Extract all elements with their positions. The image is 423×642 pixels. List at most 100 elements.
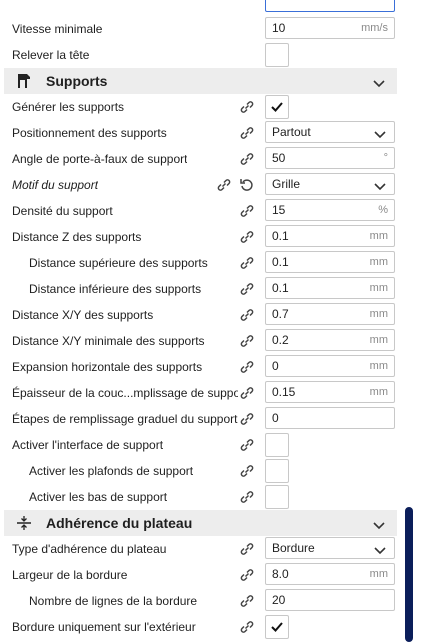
field-unit: mm: [369, 282, 388, 294]
link-icon[interactable]: [216, 177, 232, 193]
setting-row-support-bottom-distance: Distance inférieure des supports 0.1 mm: [0, 276, 400, 302]
link-icon[interactable]: [239, 567, 255, 583]
field-value: 10: [272, 21, 286, 35]
setting-label: Activer l'interface de support: [12, 438, 164, 452]
support-z-distance-input[interactable]: 0.1 mm: [265, 225, 395, 247]
setting-row-brim-width: Largeur de la bordure 8.0 mm: [0, 562, 400, 588]
field-unit: mm: [369, 386, 388, 398]
gradual-support-infill-steps-input[interactable]: 0: [265, 407, 395, 429]
field-value: 0.1: [272, 281, 289, 295]
field-value: 0.7: [272, 307, 289, 321]
setting-label: Bordure uniquement sur l'extérieur: [12, 620, 196, 634]
setting-label: Étapes de remplissage graduel du support: [12, 412, 238, 426]
support-bottom-distance-input[interactable]: 0.1 mm: [265, 277, 395, 299]
link-icon[interactable]: [239, 463, 255, 479]
setting-row-support-pattern: Motif du support Grille: [0, 172, 400, 198]
adhesion-icon: [16, 515, 32, 534]
link-icon[interactable]: [239, 489, 255, 505]
setting-label: Épaisseur de la couc...mplissage de supp…: [12, 386, 238, 400]
overhang-angle-input[interactable]: 50 °: [265, 147, 395, 169]
link-icon[interactable]: [239, 437, 255, 453]
setting-label: Motif du support: [12, 178, 99, 192]
field-unit: %: [378, 204, 388, 216]
setting-row-enable-support-roof: Activer les plafonds de support: [0, 458, 400, 484]
select-value: Partout: [272, 125, 311, 139]
brim-width-input[interactable]: 8.0 mm: [265, 563, 395, 585]
field-unit: mm: [369, 230, 388, 242]
setting-label: Vitesse minimale: [12, 22, 103, 36]
link-icon[interactable]: [239, 385, 255, 401]
link-icon[interactable]: [239, 333, 255, 349]
setting-row-adhesion-type: Type d'adhérence du plateau Bordure: [0, 536, 400, 562]
setting-row-brim-line-count: Nombre de lignes de la bordure 20: [0, 588, 400, 614]
brim-outside-only-checkbox[interactable]: [265, 615, 289, 639]
setting-label: Distance X/Y des supports: [12, 308, 154, 322]
support-min-xy-distance-input[interactable]: 0.2 mm: [265, 329, 395, 351]
setting-row-support-xy-distance: Distance X/Y des supports 0.7 mm: [0, 302, 400, 328]
support-placement-select[interactable]: Partout: [265, 121, 395, 143]
support-density-input[interactable]: 15 %: [265, 199, 395, 221]
setting-row-minimum-speed: Vitesse minimale 10 mm/s: [0, 16, 400, 42]
scrollbar-thumb[interactable]: [405, 507, 413, 642]
previous-setting-input[interactable]: [265, 0, 395, 12]
enable-support-interface-checkbox[interactable]: [265, 433, 289, 457]
field-unit: mm: [369, 360, 388, 372]
link-icon[interactable]: [239, 619, 255, 635]
generate-supports-checkbox[interactable]: [265, 95, 289, 119]
link-icon[interactable]: [239, 411, 255, 427]
field-value: 0: [272, 359, 279, 373]
support-horizontal-expansion-input[interactable]: 0 mm: [265, 355, 395, 377]
setting-label: Densité du support: [12, 204, 113, 218]
link-icon[interactable]: [239, 307, 255, 323]
link-icon[interactable]: [239, 203, 255, 219]
setting-row-support-min-xy-distance: Distance X/Y minimale des supports 0.2 m…: [0, 328, 400, 354]
support-pattern-select[interactable]: Grille: [265, 173, 395, 195]
link-icon[interactable]: [239, 125, 255, 141]
link-icon[interactable]: [239, 541, 255, 557]
setting-label: Générer les supports: [12, 100, 125, 114]
link-icon[interactable]: [239, 229, 255, 245]
field-value: 0: [272, 411, 279, 425]
setting-row-enable-support-interface: Activer l'interface de support: [0, 432, 400, 458]
link-icon[interactable]: [239, 593, 255, 609]
chevron-down-icon: [373, 77, 385, 91]
enable-support-roof-checkbox[interactable]: [265, 459, 289, 483]
support-icon: [16, 73, 32, 92]
section-header-build-plate-adhesion[interactable]: Adhérence du plateau: [4, 510, 397, 536]
field-value: 0.2: [272, 333, 289, 347]
minimum-speed-input[interactable]: 10 mm/s: [265, 17, 395, 39]
enable-support-floor-checkbox[interactable]: [265, 485, 289, 509]
support-infill-layer-thickness-input[interactable]: 0.15 mm: [265, 381, 395, 403]
field-value: 0.1: [272, 229, 289, 243]
setting-row-support-placement: Positionnement des supports Partout: [0, 120, 400, 146]
brim-line-count-input[interactable]: 20: [265, 589, 395, 611]
field-value: 0.1: [272, 255, 289, 269]
link-icon[interactable]: [239, 99, 255, 115]
link-icon[interactable]: [239, 281, 255, 297]
field-value: 15: [272, 203, 286, 217]
section-title: Supports: [46, 73, 108, 89]
field-unit: mm: [369, 334, 388, 346]
link-icon[interactable]: [239, 255, 255, 271]
setting-label: Distance supérieure des supports: [29, 256, 208, 270]
setting-label: Distance Z des supports: [12, 230, 142, 244]
chevron-down-icon: [374, 180, 386, 194]
section-header-supports[interactable]: Supports: [4, 68, 397, 94]
support-xy-distance-input[interactable]: 0.7 mm: [265, 303, 395, 325]
setting-row-gradual-support-infill-steps: Étapes de remplissage graduel du support…: [0, 406, 400, 432]
setting-label: Relever la tête: [12, 48, 90, 62]
setting-row-support-z-distance: Distance Z des supports 0.1 mm: [0, 224, 400, 250]
support-top-distance-input[interactable]: 0.1 mm: [265, 251, 395, 273]
reset-icon[interactable]: [239, 177, 255, 193]
setting-label: Expansion horizontale des supports: [12, 360, 203, 374]
field-value: 8.0: [272, 567, 289, 581]
chevron-down-icon: [373, 519, 385, 533]
link-icon[interactable]: [239, 151, 255, 167]
adhesion-type-select[interactable]: Bordure: [265, 537, 395, 559]
setting-row-brim-outside-only: Bordure uniquement sur l'extérieur: [0, 614, 400, 640]
lift-head-checkbox[interactable]: [265, 43, 289, 67]
setting-row-generate-supports: Générer les supports: [0, 94, 400, 120]
link-icon[interactable]: [239, 359, 255, 375]
field-unit: mm: [369, 308, 388, 320]
chevron-down-icon: [374, 128, 386, 142]
